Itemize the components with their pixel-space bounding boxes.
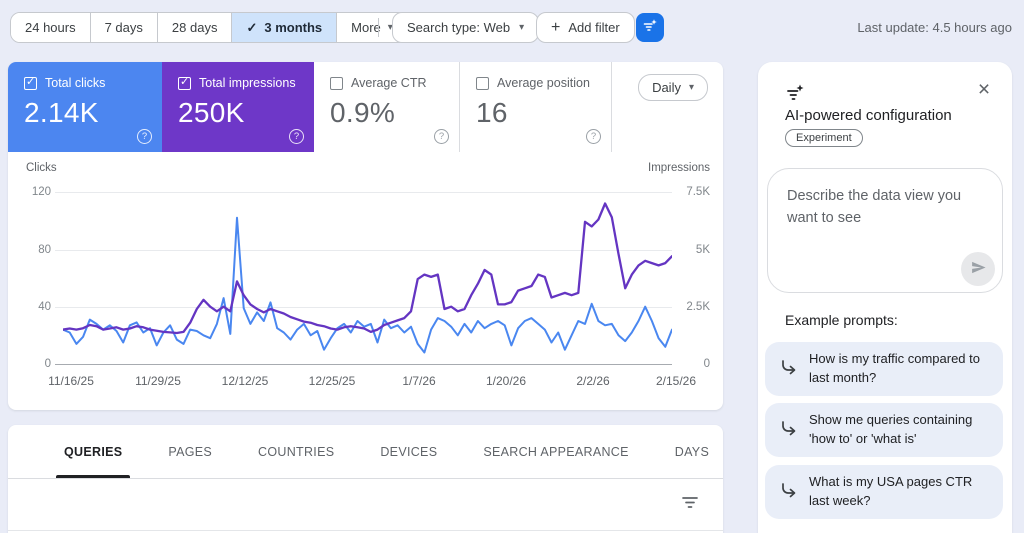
- right-axis-tick: 5K: [696, 244, 710, 256]
- ai-configuration-panel: × AI-powered configuration Experiment De…: [758, 62, 1012, 533]
- x-axis-line: [55, 364, 672, 365]
- help-icon[interactable]: ?: [289, 129, 304, 144]
- left-axis-tick: 80: [38, 244, 51, 256]
- metric-label: Total impressions: [199, 76, 296, 90]
- granularity-dropdown[interactable]: Daily ▾: [638, 74, 708, 101]
- tab-devices[interactable]: DEVICES: [380, 425, 437, 478]
- range-7-days[interactable]: 7 days: [91, 13, 158, 42]
- ai-sparkle-filter-icon: [642, 18, 658, 37]
- checkbox-checked-icon[interactable]: ✓: [24, 77, 37, 90]
- timeseries-chart[interactable]: Clicks Impressions 120 80 40 0 7.5K 5K 2…: [8, 152, 723, 410]
- metric-label: Total clicks: [45, 76, 105, 90]
- redo-arrow-icon: [779, 419, 797, 442]
- x-axis-label: 12/25/25: [309, 374, 356, 388]
- filter-toolbar: 24 hours 7 days 28 days ✓ 3 months More …: [0, 0, 1024, 56]
- tab-search-appearance[interactable]: SEARCH APPEARANCE: [483, 425, 628, 478]
- prompt-input-placeholder: Describe the data view you want to see: [787, 185, 977, 230]
- divider: [8, 478, 723, 479]
- send-icon: [970, 259, 987, 279]
- prompt-input[interactable]: Describe the data view you want to see: [767, 168, 1003, 293]
- metric-card-total-impressions[interactable]: ✓ Total impressions 250K ?: [162, 62, 314, 152]
- metric-card-total-clicks[interactable]: ✓ Total clicks 2.14K ?: [8, 62, 162, 152]
- right-axis-tick: 7.5K: [686, 186, 710, 198]
- tab-countries[interactable]: COUNTRIES: [258, 425, 334, 478]
- toolbar-divider: [378, 18, 379, 37]
- performance-chart-card: ✓ Total clicks 2.14K ? ✓ Total impressio…: [8, 62, 723, 410]
- metric-label: Average position: [497, 76, 590, 90]
- left-axis-tick: 0: [45, 358, 51, 370]
- chevron-down-icon: ▾: [519, 22, 524, 33]
- x-axis-label: 11/16/25: [48, 374, 94, 388]
- range-28-days[interactable]: 28 days: [158, 13, 233, 42]
- tab-pages[interactable]: PAGES: [168, 425, 212, 478]
- dimensions-table-card: QUERIES PAGES COUNTRIES DEVICES SEARCH A…: [8, 425, 723, 533]
- redo-arrow-icon: [779, 358, 797, 381]
- help-icon[interactable]: ?: [434, 129, 449, 144]
- panel-title: AI-powered configuration: [785, 107, 952, 124]
- example-prompt[interactable]: How is my traffic compared to last month…: [765, 342, 1003, 396]
- metric-value: 0.9%: [330, 97, 459, 129]
- left-axis-title: Clicks: [26, 162, 57, 174]
- x-axis-label: 2/2/26: [576, 374, 609, 388]
- metric-value: 2.14K: [24, 97, 162, 129]
- example-prompt-text: What is my USA pages CTR last week?: [809, 473, 991, 511]
- tab-queries[interactable]: QUERIES: [64, 425, 122, 478]
- x-axis-label: 1/20/26: [486, 374, 526, 388]
- last-update-text: Last update: 4.5 hours ago: [857, 20, 1012, 35]
- metric-cards: ✓ Total clicks 2.14K ? ✓ Total impressio…: [8, 62, 723, 152]
- x-axis-label: 2/15/26: [656, 374, 696, 388]
- redo-arrow-icon: [779, 481, 797, 504]
- date-range-group: 24 hours 7 days 28 days ✓ 3 months More …: [10, 12, 408, 43]
- example-prompt[interactable]: What is my USA pages CTR last week?: [765, 465, 1003, 519]
- x-axis-label: 12/12/25: [222, 374, 269, 388]
- right-axis-title: Impressions: [648, 162, 710, 174]
- divider: [8, 530, 723, 531]
- add-filter-button[interactable]: + Add filter: [536, 12, 635, 43]
- checkbox-unchecked-icon[interactable]: [330, 77, 343, 90]
- example-prompt-text: How is my traffic compared to last month…: [809, 350, 991, 388]
- range-3-months[interactable]: ✓ 3 months: [232, 13, 337, 42]
- left-axis-tick: 40: [38, 301, 51, 313]
- table-filter-icon[interactable]: [681, 493, 699, 516]
- example-prompt[interactable]: Show me queries containing 'how to' or '…: [765, 403, 1003, 457]
- search-type-dropdown[interactable]: Search type: Web ▾: [392, 12, 539, 43]
- example-prompt-text: Show me queries containing 'how to' or '…: [809, 411, 991, 449]
- metric-card-average-position[interactable]: Average position 16 ?: [460, 62, 612, 152]
- metric-value: 250K: [178, 97, 314, 129]
- close-icon[interactable]: ×: [972, 78, 996, 102]
- right-axis-tick: 0: [704, 358, 710, 370]
- x-axis-label: 11/29/25: [135, 374, 181, 388]
- metric-value: 16: [476, 97, 611, 129]
- range-24-hours[interactable]: 24 hours: [11, 13, 91, 42]
- metric-card-average-ctr[interactable]: Average CTR 0.9% ?: [314, 62, 460, 152]
- checkbox-unchecked-icon[interactable]: [476, 77, 489, 90]
- metric-label: Average CTR: [351, 76, 427, 90]
- dimension-tabs: QUERIES PAGES COUNTRIES DEVICES SEARCH A…: [64, 425, 709, 478]
- check-icon: ✓: [246, 20, 257, 36]
- ai-filter-button[interactable]: [636, 13, 664, 42]
- example-prompts-heading: Example prompts:: [785, 312, 898, 328]
- checkbox-checked-icon[interactable]: ✓: [178, 77, 191, 90]
- send-button[interactable]: [961, 252, 995, 286]
- help-icon[interactable]: ?: [586, 129, 601, 144]
- help-icon[interactable]: ?: [137, 129, 152, 144]
- performance-page: 24 hours 7 days 28 days ✓ 3 months More …: [0, 0, 1024, 533]
- left-axis-tick: 120: [32, 186, 51, 198]
- chart-plot-area[interactable]: [63, 192, 672, 364]
- tab-days[interactable]: DAYS: [675, 425, 709, 478]
- right-axis-tick: 2.5K: [686, 301, 710, 313]
- plus-icon: +: [551, 19, 560, 37]
- x-axis-label: 1/7/26: [402, 374, 435, 388]
- chevron-down-icon: ▾: [689, 82, 694, 93]
- experiment-badge: Experiment: [785, 129, 863, 147]
- ai-sparkle-filter-icon: [785, 83, 805, 108]
